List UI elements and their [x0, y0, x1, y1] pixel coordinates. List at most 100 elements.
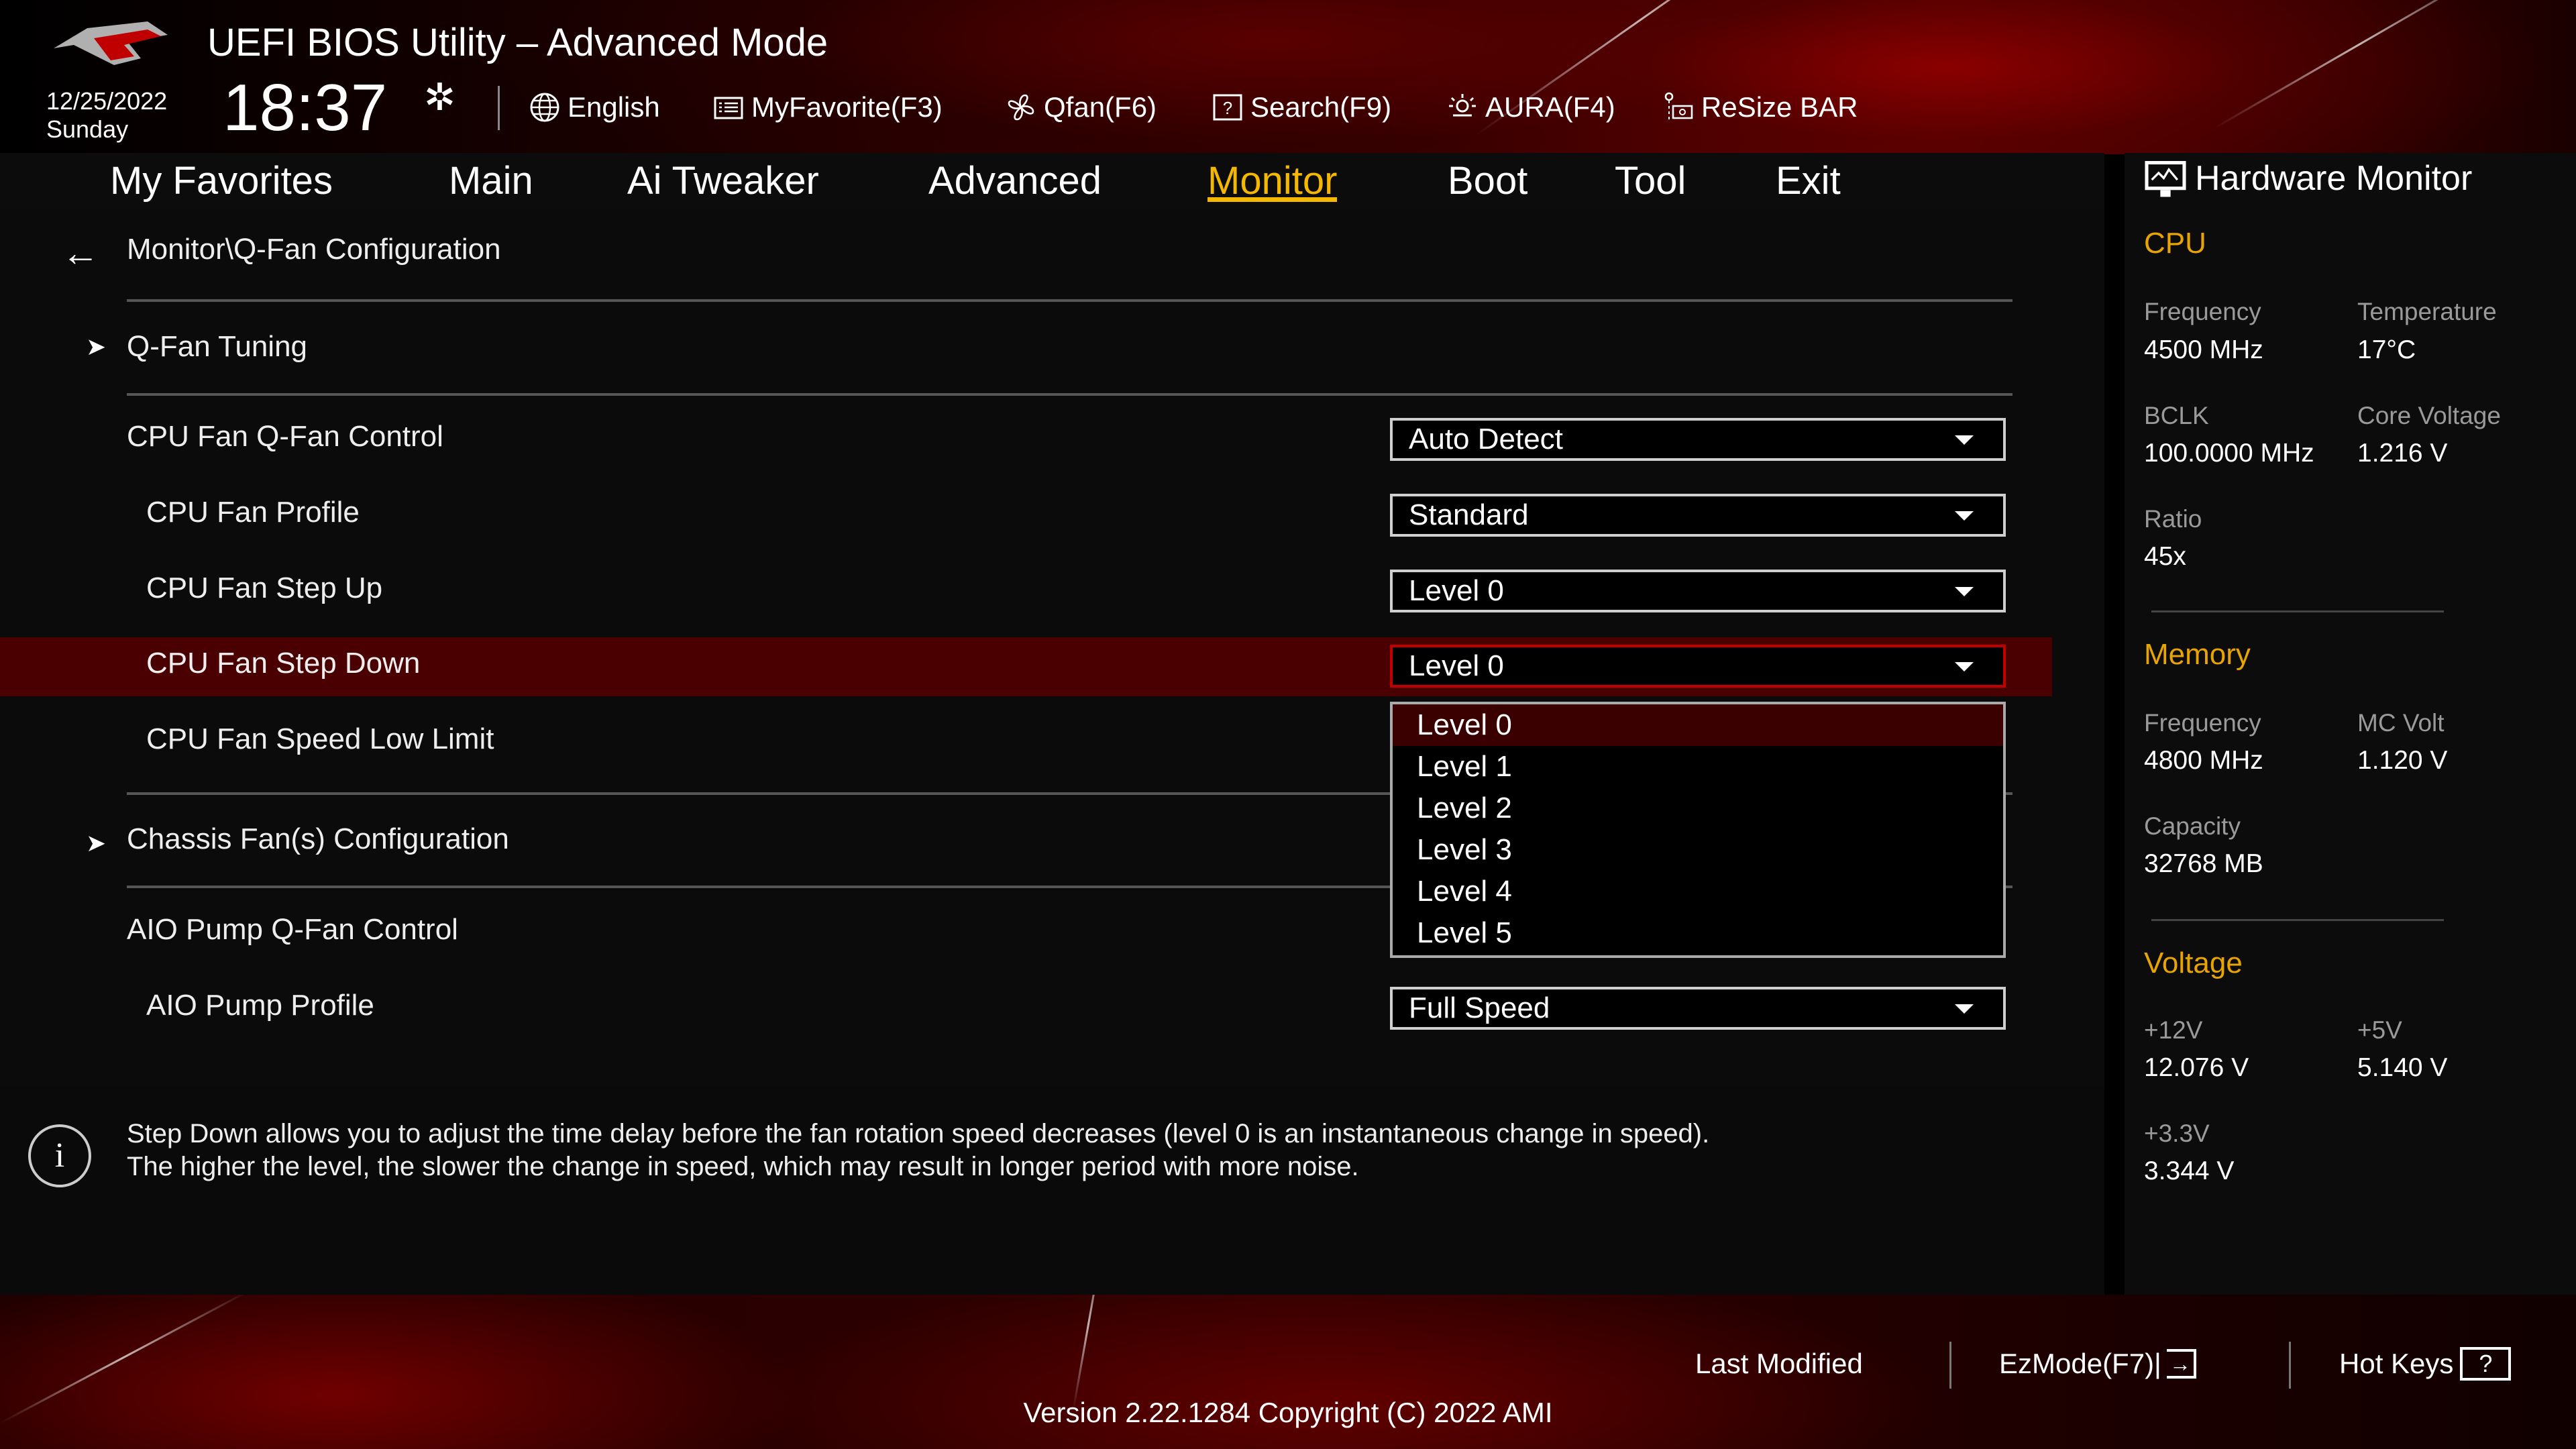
chevron-right-icon: ➤ — [86, 829, 107, 857]
divider — [127, 299, 2012, 302]
hot-keys-label: Hot Keys — [2339, 1348, 2454, 1379]
core-voltage-value: 1.216 V — [2357, 439, 2448, 468]
gear-icon[interactable]: ✲ — [424, 75, 455, 119]
tab-exit[interactable]: Exit — [1776, 153, 1841, 209]
dropdown-option-level-5[interactable]: Level 5 — [1393, 912, 2003, 954]
dropdown-option-level-2[interactable]: Level 2 — [1393, 788, 2003, 829]
chevron-down-icon — [1955, 511, 1974, 521]
select-value: Level 0 — [1409, 649, 1504, 682]
chevron-down-icon — [1955, 662, 1974, 672]
cpu-fan-qfan-control-label: CPU Fan Q-Fan Control — [127, 420, 443, 453]
back-arrow-icon[interactable]: ← — [62, 231, 99, 274]
aura-light-icon — [1449, 94, 1476, 117]
memory-frequency-label: Frequency — [2144, 709, 2261, 737]
globe-icon — [530, 93, 559, 122]
core-voltage-label: Core Voltage — [2357, 402, 2501, 429]
cpu-frequency-label: Frequency — [2144, 298, 2261, 325]
select-value: Standard — [1409, 498, 1529, 531]
tab-boot[interactable]: Boot — [1448, 153, 1527, 209]
question-box-icon: ? — [1213, 94, 1242, 121]
v12-label: +12V — [2144, 1016, 2203, 1044]
cpu-fan-step-down-select[interactable]: Level 0 — [1390, 645, 2006, 688]
exit-arrow-icon: → — [2166, 1349, 2196, 1379]
memory-frequency-value: 4800 MHz — [2144, 746, 2263, 775]
last-modified-button[interactable]: Last Modified — [1695, 1345, 1863, 1383]
dropdown-option-level-4[interactable]: Level 4 — [1393, 871, 2003, 912]
divider — [498, 86, 500, 130]
ratio-label: Ratio — [2144, 505, 2202, 533]
qfan-tuning-item[interactable]: Q-Fan Tuning — [127, 330, 307, 364]
cpu-fan-qfan-control-select[interactable]: Auto Detect — [1390, 418, 2006, 461]
cpu-fan-step-down-label[interactable]: CPU Fan Step Down — [146, 647, 420, 680]
v5-label: +5V — [2357, 1016, 2402, 1044]
ezmode-button[interactable]: EzMode(F7)| → — [1999, 1345, 2196, 1383]
favorite-list-icon — [714, 97, 743, 119]
aio-pump-profile-label: AIO Pump Profile — [146, 989, 374, 1022]
tab-my-favorites[interactable]: My Favorites — [110, 153, 333, 209]
fan-icon — [1008, 94, 1034, 121]
clock: 18:37 — [223, 70, 388, 144]
bclk-label: BCLK — [2144, 402, 2209, 429]
chevron-down-icon — [1955, 1004, 1974, 1014]
dropdown-option-level-0[interactable]: Level 0 — [1393, 704, 2003, 746]
help-key-icon: ? — [2460, 1347, 2512, 1381]
bclk-value: 100.0000 MHz — [2144, 439, 2314, 468]
v5-value: 5.140 V — [2357, 1053, 2448, 1082]
mc-volt-value: 1.120 V — [2357, 746, 2448, 775]
dropdown-option-level-3[interactable]: Level 3 — [1393, 829, 2003, 871]
chevron-down-icon — [1955, 587, 1974, 596]
cpu-fan-profile-label: CPU Fan Profile — [146, 496, 360, 529]
cpu-fan-step-up-select[interactable]: Level 0 — [1390, 570, 2006, 612]
divider — [2289, 1342, 2291, 1389]
chassis-fan-config-item[interactable]: Chassis Fan(s) Configuration — [127, 822, 509, 856]
help-text-line-1: Step Down allows you to adjust the time … — [127, 1119, 1710, 1148]
language-button[interactable]: English — [529, 91, 660, 124]
divider — [2151, 610, 2444, 612]
cpu-fan-step-up-label: CPU Fan Step Up — [146, 572, 383, 604]
chevron-right-icon: ➤ — [86, 333, 107, 360]
cpu-frequency-value: 4500 MHz — [2144, 335, 2263, 364]
app-title: UEFI BIOS Utility – Advanced Mode — [207, 21, 828, 64]
memory-heading: Memory — [2144, 638, 2251, 671]
tab-tool[interactable]: Tool — [1615, 153, 1686, 209]
search-button[interactable]: ? Search(F9) — [1212, 91, 1391, 124]
resize-bar-button[interactable]: ReSize BAR — [1662, 91, 1858, 124]
cpu-heading: CPU — [2144, 227, 2206, 260]
language-label: English — [568, 91, 660, 123]
aio-pump-qfan-control-label: AIO Pump Q-Fan Control — [127, 913, 458, 946]
hot-keys-button[interactable]: Hot Keys ? — [2339, 1345, 2512, 1383]
help-text-line-2: The higher the level, the slower the cha… — [127, 1152, 1359, 1181]
aio-pump-profile-select[interactable]: Full Speed — [1390, 987, 2006, 1030]
search-label: Search(F9) — [1250, 91, 1392, 123]
qfan-button[interactable]: Qfan(F6) — [1005, 91, 1157, 124]
ezmode-label: EzMode(F7)| — [1999, 1348, 2161, 1379]
aura-label: AURA(F4) — [1485, 91, 1615, 123]
v33-label: +3.3V — [2144, 1120, 2210, 1147]
version-text: Version 2.22.1284 Copyright (C) 2022 AMI — [1023, 1397, 1553, 1428]
select-value: Auto Detect — [1409, 423, 1563, 455]
myfavorite-label: MyFavorite(F3) — [751, 91, 943, 123]
cpu-fan-profile-select[interactable]: Standard — [1390, 494, 2006, 537]
date: 12/25/2022 — [46, 87, 168, 115]
myfavorite-button[interactable]: MyFavorite(F3) — [712, 91, 943, 124]
tab-monitor[interactable]: Monitor — [1208, 153, 1338, 209]
divider — [127, 393, 2012, 396]
tab-advanced[interactable]: Advanced — [928, 153, 1102, 209]
chevron-down-icon — [1955, 435, 1974, 445]
cpu-fan-speed-low-limit-label: CPU Fan Speed Low Limit — [146, 722, 494, 755]
select-value: Level 0 — [1409, 574, 1504, 607]
qfan-label: Qfan(F6) — [1044, 91, 1157, 123]
cpu-temperature-label: Temperature — [2357, 298, 2497, 325]
dropdown-option-level-1[interactable]: Level 1 — [1393, 746, 2003, 788]
aura-button[interactable]: AURA(F4) — [1446, 91, 1615, 124]
resize-bar-icon — [1664, 92, 1693, 119]
cpu-temperature-value: 17°C — [2357, 335, 2416, 364]
day: Sunday — [46, 115, 129, 143]
tab-main[interactable]: Main — [449, 153, 533, 209]
monitor-icon — [2144, 161, 2187, 199]
divider — [1949, 1342, 1951, 1389]
capacity-label: Capacity — [2144, 812, 2241, 840]
select-value: Full Speed — [1409, 991, 1550, 1024]
tab-ai-tweaker[interactable]: Ai Tweaker — [627, 153, 819, 209]
ratio-value: 45x — [2144, 542, 2186, 571]
